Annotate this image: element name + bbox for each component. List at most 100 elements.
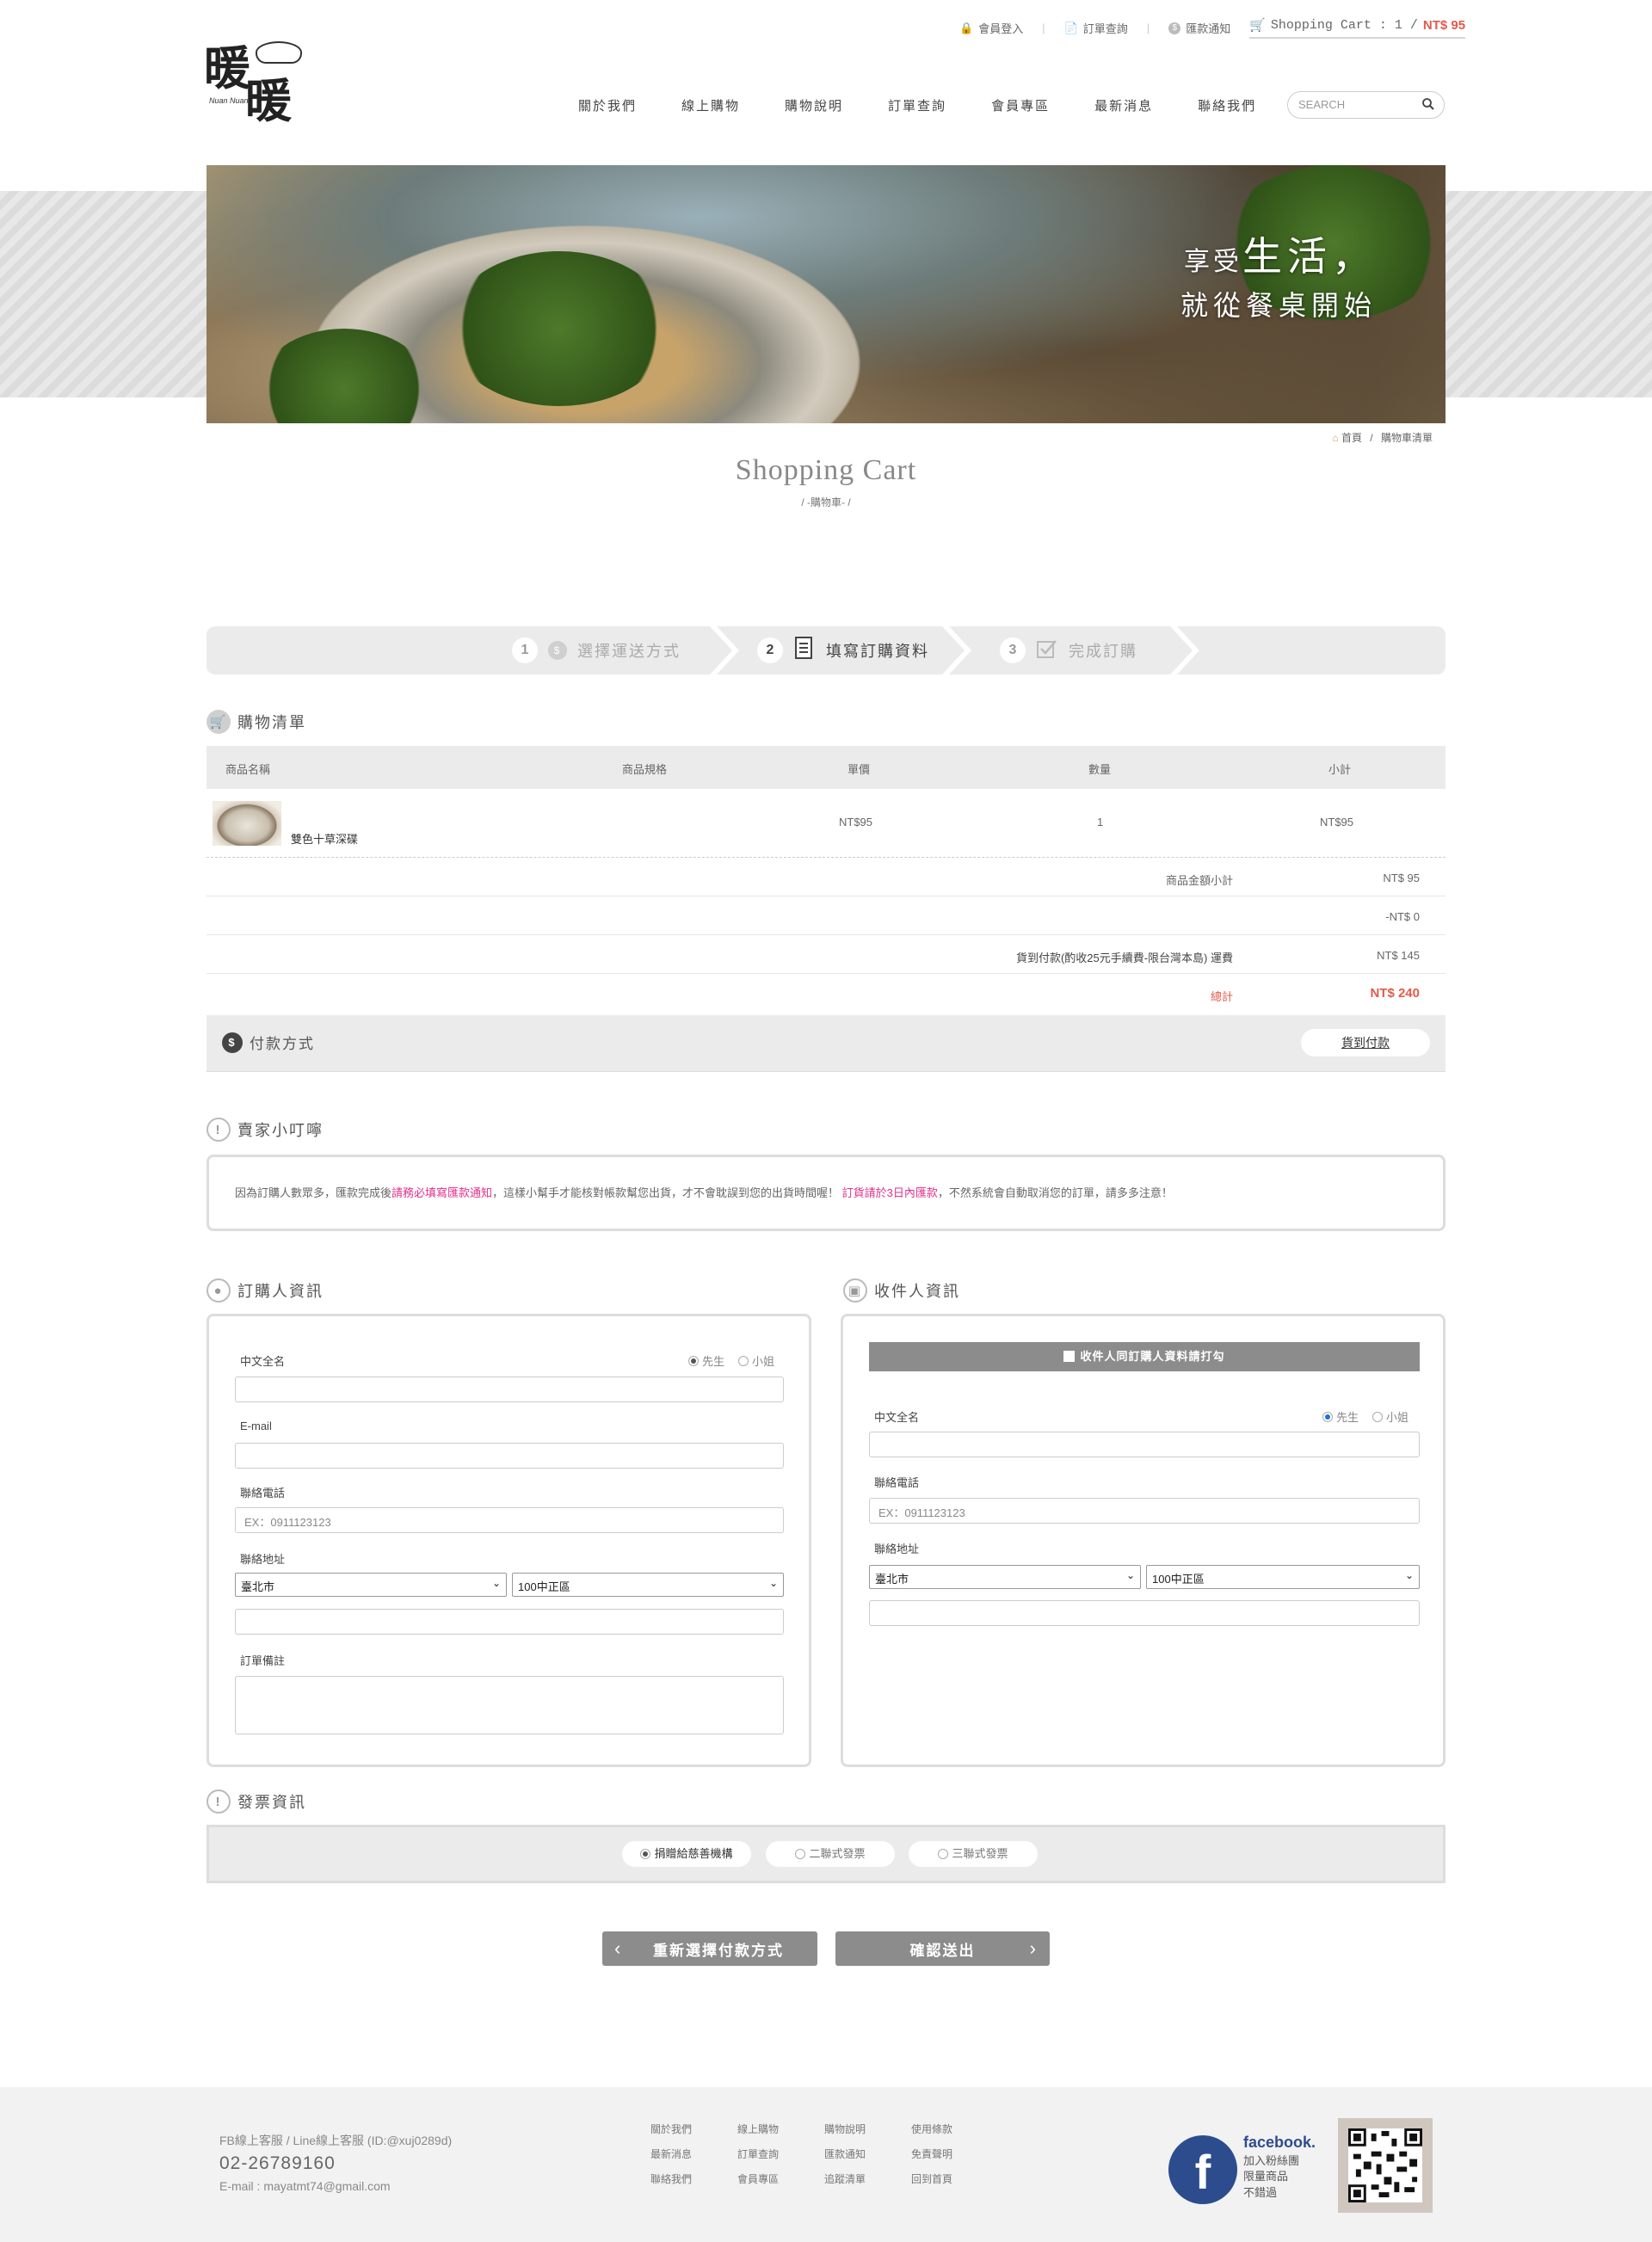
product-image[interactable] [213,801,281,846]
footer-link[interactable]: 訂單查詢 [737,2147,824,2161]
payment-method-bar: $ 付款方式 貨到付款 [206,1015,1446,1072]
buyer-city-select[interactable]: 臺北市 ⌄ [235,1573,507,1597]
receiver-address-field[interactable] [869,1600,1420,1626]
payment-method-value[interactable]: 貨到付款 [1301,1029,1430,1056]
buyer-address-field[interactable] [235,1609,784,1635]
nav-shop[interactable]: 線上購物 [681,96,740,114]
buyer-name-field[interactable] [235,1377,784,1402]
hero-banner: 享受生活， 就從餐桌開始 [206,165,1446,423]
chevron-down-icon: ⌄ [1125,1569,1135,1581]
dollar-icon: $ [1168,22,1181,34]
login-link[interactable]: 🔒 會員登入 [959,20,1023,36]
receiver-gender-mr[interactable]: 先生 [1322,1408,1359,1425]
cart-table-header: 商品名稱 商品規格 單價 數量 小計 [206,746,1446,789]
checkbox-done-icon [1036,637,1058,664]
buyer-gender-mr[interactable]: 先生 [687,1352,724,1369]
product-name[interactable]: 雙色十草深碟 [291,830,358,847]
nav-guide[interactable]: 購物說明 [785,96,843,114]
gift-icon: ▣ [843,1278,867,1303]
step-1: 1 $ 選擇運送方式 [512,626,681,674]
shopping-cart-link[interactable]: 🛒 Shopping Cart : 1 / NT$ 95 [1249,17,1466,39]
pot-icon [256,41,302,64]
chevron-down-icon: ⌄ [768,1577,778,1589]
footer-link[interactable]: 使用條款 [911,2122,998,2136]
exclamation-icon: ! [206,1789,231,1814]
footer-link[interactable]: 回到首頁 [911,2171,998,2186]
buyer-phone-field[interactable]: EX：0911123123 [235,1507,784,1533]
chevron-left-icon: ‹ [614,1937,623,1959]
facebook-icon[interactable]: f [1168,2135,1237,2204]
step-3: 3 完成訂購 [1000,626,1137,674]
receiver-form: 收件人同訂購人資料請打勾 中文全名 先生 小姐 聯絡電話 EX：09111231… [841,1314,1446,1767]
footer: FB線上客服 / Line線上客服 (ID:@xuj0289d) 02-2678… [0,2087,1652,2242]
top-links: 🔒 會員登入 | 📄 訂單查詢 | $ 匯款通知 🛒 Shopping Cart… [959,17,1466,39]
receiver-name-field[interactable] [869,1432,1420,1457]
footer-link[interactable]: 關於我們 [650,2122,737,2136]
reselect-payment-button[interactable]: ‹ 重新選擇付款方式 [602,1931,817,1966]
remit-notice-link[interactable]: $ 匯款通知 [1168,20,1230,36]
facebook-fanpage-link[interactable]: facebook. 加入粉絲團 限量商品 不錯過 [1243,2132,1316,2201]
footer-link[interactable]: 最新消息 [650,2147,737,2161]
same-as-buyer-checkbox[interactable] [1063,1351,1076,1362]
footer-link[interactable]: 追蹤清單 [824,2171,911,2186]
nav-contact[interactable]: 聯絡我們 [1198,96,1256,114]
exclamation-icon: ! [206,1118,231,1142]
summary-shipping-row: 貨到付款(酌收25元手續費-限台灣本島) 運費 NT$ 145 [206,935,1446,974]
nav-news[interactable]: 最新消息 [1094,96,1153,114]
chevron-right-icon: › [1029,1937,1038,1959]
summary-discount-row: -NT$ 0 [206,896,1446,935]
receiver-gender-ms[interactable]: 小姐 [1372,1408,1409,1425]
invoice-options: 捐贈給慈善機構 二聯式發票 三聯式發票 [206,1825,1446,1883]
footer-link[interactable]: 購物說明 [824,2122,911,2136]
buyer-section-title: ● 訂購人資訊 [206,1278,324,1303]
step-2: 2 填寫訂購資料 [757,626,929,674]
invoice-section-title: ! 發票資訊 [206,1789,306,1814]
page-title: Shopping Cart [735,454,917,486]
submit-order-button[interactable]: 確認送出 › [835,1931,1050,1966]
footer-link[interactable]: 線上購物 [737,2122,824,2136]
footer-link[interactable]: 聯絡我們 [650,2171,737,2186]
buyer-gender-ms[interactable]: 小姐 [737,1352,774,1369]
footer-link[interactable]: 免責聲明 [911,2147,998,2161]
search-icon[interactable] [1421,97,1435,114]
seller-notice: 因為訂購人數眾多，匯款完成後請務必填寫匯款通知，這樣小幫手才能核對帳款幫您出貨，… [206,1155,1446,1231]
home-icon: ⌂ [1332,432,1339,444]
order-query-link[interactable]: 📄 訂單查詢 [1064,20,1128,36]
order-note-textarea[interactable] [235,1676,784,1734]
buyer-district-select[interactable]: 100中正區 ⌄ [512,1573,784,1597]
summary-subtotal-row: 商品金額小計 NT$ 95 [206,858,1446,896]
footer-link[interactable]: 會員專區 [737,2171,824,2186]
breadcrumb-home[interactable]: 首頁 [1341,432,1362,444]
receiver-district-select[interactable]: 100中正區 ⌄ [1146,1565,1420,1589]
banner-slogan: 享受生活， 就從餐桌開始 [1180,234,1377,321]
checkout-steps: 1 $ 選擇運送方式 2 填寫訂購資料 3 完成訂購 [206,626,1446,674]
form-document-icon [793,636,816,666]
main-nav: 關於我們 線上購物 購物說明 訂單查詢 會員專區 最新消息 聯絡我們 [578,96,1301,114]
search-input[interactable]: SEARCH [1287,91,1445,119]
receiver-phone-field[interactable]: EX：0911123123 [869,1498,1420,1524]
notice-section-title: ! 賣家小叮嚀 [206,1118,324,1142]
breadcrumb: ⌂ 首頁 / 購物車清單 [1332,432,1433,444]
receiver-city-select[interactable]: 臺北市 ⌄ [869,1565,1141,1589]
nav-about[interactable]: 關於我們 [578,96,637,114]
summary-total-row: 總計 NT$ 240 [1210,986,1420,1003]
breadcrumb-current: 購物車清單 [1380,432,1433,444]
cart-section-title: 🛒 購物清單 [206,710,306,734]
nav-member[interactable]: 會員專區 [991,96,1050,114]
invoice-duplicate-option[interactable]: 二聯式發票 [766,1841,895,1867]
table-row: 雙色十草深碟 NT$95 1 NT$95 [206,789,1446,858]
buyer-gender: 先生 小姐 [687,1352,774,1369]
page-subtitle: / -購物車- / [801,496,851,508]
invoice-donate-option[interactable]: 捐贈給慈善機構 [622,1841,751,1867]
buyer-email-field[interactable] [235,1443,784,1469]
invoice-triplicate-option[interactable]: 三聯式發票 [909,1841,1038,1867]
buyer-form: 中文全名 先生 小姐 E-mail 聯絡電話 EX：0911123123 聯絡地… [206,1314,811,1767]
nav-order-query[interactable]: 訂單查詢 [888,96,946,114]
footer-link[interactable]: 匯款通知 [824,2147,911,2161]
footer-links: 關於我們 線上購物 購物說明 使用條款 最新消息 訂單查詢 匯款通知 免責聲明 … [650,2122,998,2186]
same-as-buyer-bar[interactable]: 收件人同訂購人資料請打勾 [869,1342,1420,1371]
footer-contact: FB線上客服 / Line線上客服 (ID:@xuj0289d) 02-2678… [219,2134,453,2193]
user-icon: ● [206,1278,231,1303]
site-logo[interactable]: 暖 暖 Nuan Nuan [204,36,311,131]
dollar-icon: $ [222,1032,243,1053]
